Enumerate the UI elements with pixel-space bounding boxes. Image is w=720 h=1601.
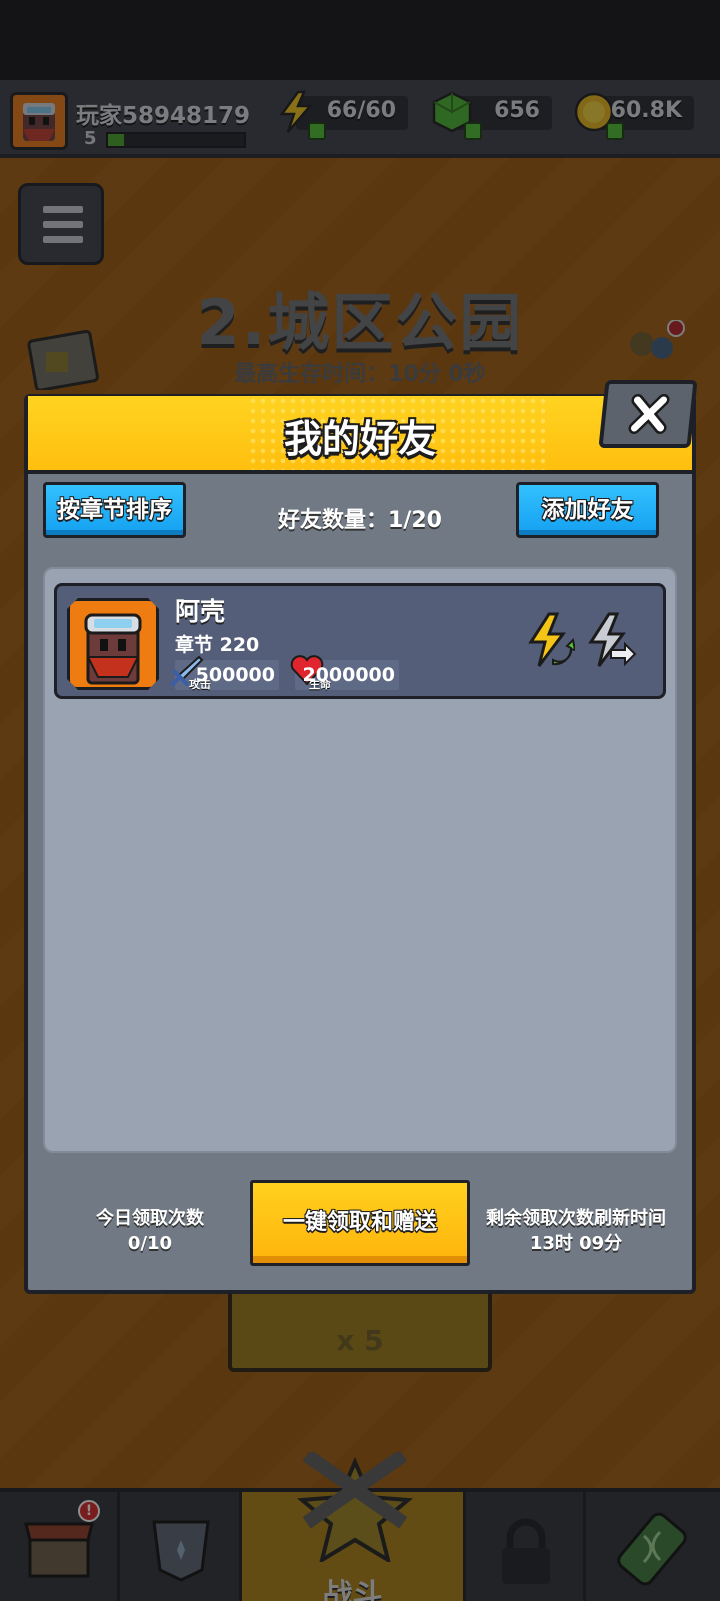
hp-stat: 生命 2000000	[290, 655, 399, 691]
daily-claim-label: 今日领取次数	[96, 1208, 204, 1229]
daily-claim-info: 今日领取次数 0/10	[60, 1206, 240, 1256]
character-portrait	[84, 613, 142, 685]
friend-chapter: 章节 220	[175, 634, 260, 656]
close-button[interactable]	[598, 380, 698, 448]
claim-and-send-all-button[interactable]: 一键领取和赠送	[250, 1180, 470, 1266]
sort-by-chapter-button[interactable]: 按章节排序	[43, 482, 186, 538]
close-icon	[628, 394, 670, 434]
attack-stat: 攻击 500000	[171, 655, 279, 691]
refresh-time-info: 剩余领取次数刷新时间 13时 09分	[466, 1206, 686, 1256]
add-friend-button[interactable]: 添加好友	[516, 482, 659, 538]
attack-value: 500000	[195, 664, 275, 686]
friend-avatar	[67, 598, 159, 690]
daily-claim-value: 0/10	[127, 1233, 173, 1254]
modal-title: 我的好友	[283, 417, 436, 461]
friend-name: 阿壳	[175, 597, 226, 626]
send-energy-icon[interactable]	[585, 612, 637, 670]
hp-value: 2000000	[302, 664, 395, 686]
friend-card[interactable]: 阿壳 章节 220 攻击 500000 生命 2000000	[54, 583, 666, 699]
refresh-time-label: 剩余领取次数刷新时间	[486, 1208, 666, 1229]
receive-energy-icon[interactable]	[523, 612, 575, 670]
refresh-time-value: 13时 09分	[529, 1233, 623, 1254]
friend-count: 好友数量：1/20	[278, 508, 442, 533]
